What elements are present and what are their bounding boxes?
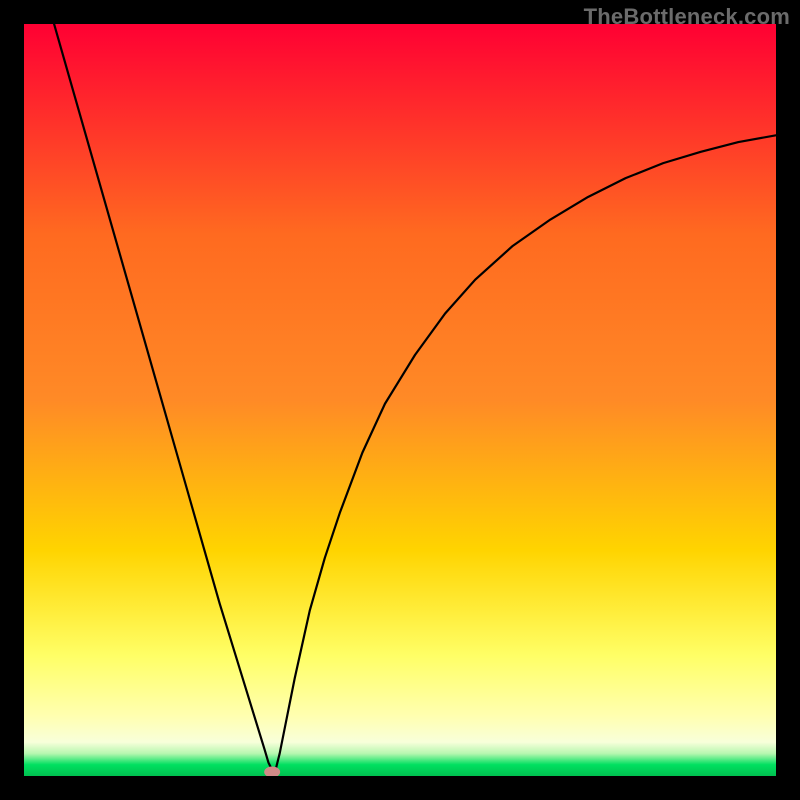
watermark-text: TheBottleneck.com bbox=[584, 4, 790, 30]
gradient-background bbox=[24, 24, 776, 776]
plot-svg bbox=[24, 24, 776, 776]
chart-frame: TheBottleneck.com bbox=[0, 0, 800, 800]
plot-area bbox=[24, 24, 776, 776]
